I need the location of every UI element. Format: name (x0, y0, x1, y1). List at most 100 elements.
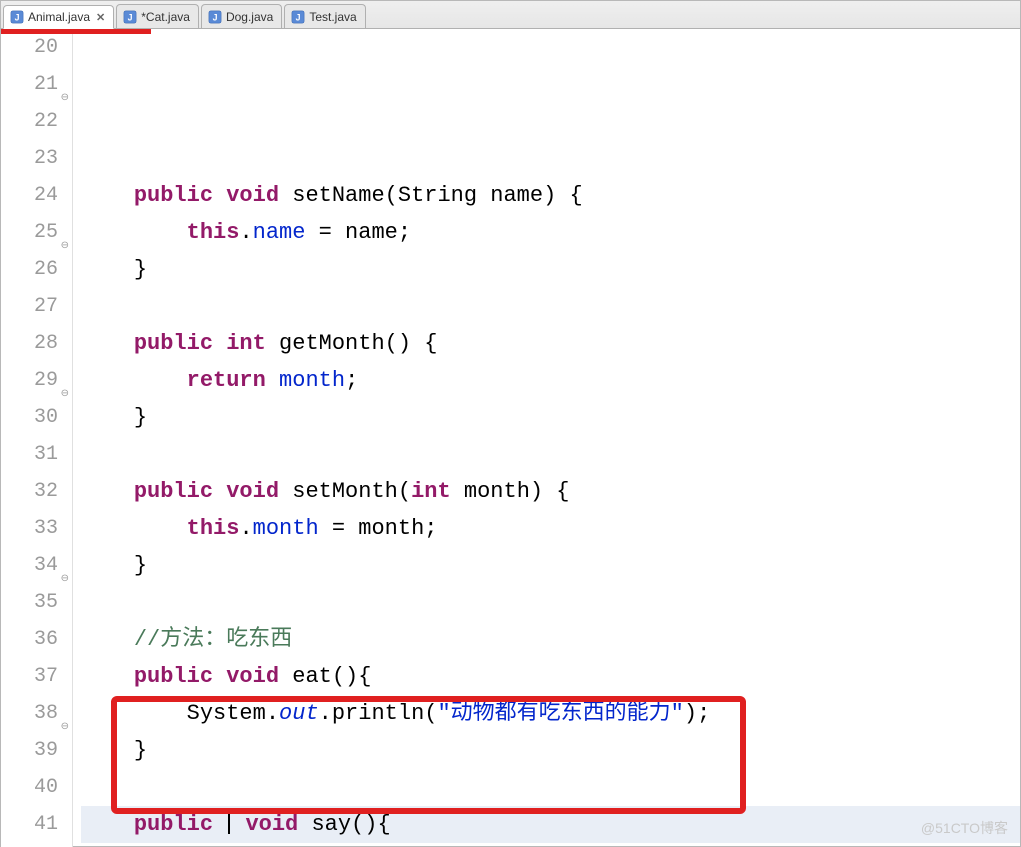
code-line[interactable]: //方法：吃东西 (81, 621, 1020, 658)
code-line[interactable]: this.name = name; (81, 214, 1020, 251)
tab-label: Animal.java (28, 10, 90, 24)
code-token (232, 812, 245, 837)
code-token: month (253, 516, 319, 541)
code-token: System. (187, 701, 279, 726)
code-line[interactable]: public void setName(String name) { (81, 177, 1020, 214)
code-token: public (134, 664, 213, 689)
code-line[interactable]: this.month = month; (81, 510, 1020, 547)
line-number: 29⊖ (1, 362, 58, 399)
code-token: } (134, 553, 147, 578)
watermark-text: @51CTO博客 (921, 818, 1008, 838)
code-token: . (239, 220, 252, 245)
code-token: out (279, 701, 319, 726)
code-line[interactable]: System.out.println("动物间打招呼"); (81, 843, 1020, 847)
code-token: month) { (451, 479, 570, 504)
tab-label: Dog.java (226, 10, 273, 24)
editor-tab[interactable]: J Animal.java ✕ (3, 5, 114, 29)
code-line[interactable] (81, 140, 1020, 177)
code-line[interactable]: public void eat(){ (81, 658, 1020, 695)
line-number: 25⊖ (1, 214, 58, 251)
code-token (266, 368, 279, 393)
code-token (213, 331, 226, 356)
line-number: 30 (1, 399, 58, 436)
tab-label: *Cat.java (141, 10, 190, 24)
line-number: 31 (1, 436, 58, 473)
line-number: 41 (1, 806, 58, 843)
tab-strip: J Animal.java ✕ J *Cat.java J Dog.java J Test.ja… (1, 1, 1020, 29)
editor-tab[interactable]: J Test.java (284, 4, 365, 28)
fold-toggle-icon[interactable]: ⊖ (59, 376, 69, 386)
code-token: } (134, 738, 147, 763)
editor-body: 2021⊖22232425⊖26272829⊖3031323334⊖353637… (1, 29, 1020, 847)
line-number: 40 (1, 769, 58, 806)
line-number: 39 (1, 732, 58, 769)
tab-label: Test.java (309, 10, 356, 24)
code-token: void (226, 183, 279, 208)
code-line[interactable]: public void setMonth(int month) { (81, 473, 1020, 510)
code-line[interactable]: } (81, 547, 1020, 584)
line-number: 37 (1, 658, 58, 695)
editor-tab[interactable]: J Dog.java (201, 4, 282, 28)
code-token: int (226, 331, 266, 356)
code-line[interactable]: } (81, 732, 1020, 769)
code-line[interactable]: System.out.println("动物都有吃东西的能力"); (81, 695, 1020, 732)
code-token: void (226, 479, 279, 504)
java-file-icon: J (10, 10, 24, 24)
annotation-tab-underline (1, 29, 151, 34)
code-token: public (134, 183, 213, 208)
code-line[interactable] (81, 288, 1020, 325)
code-token: month (279, 368, 345, 393)
line-number: 34⊖ (1, 547, 58, 584)
code-token: public (134, 479, 213, 504)
code-token: name (253, 220, 306, 245)
code-token: eat(){ (279, 664, 371, 689)
code-token (213, 183, 226, 208)
code-area[interactable]: public void setName(String name) { this.… (73, 29, 1020, 847)
code-token: public (134, 331, 213, 356)
code-token: . (239, 516, 252, 541)
java-file-icon: J (123, 10, 137, 24)
line-number: 36 (1, 621, 58, 658)
code-line[interactable]: } (81, 399, 1020, 436)
code-token: int (411, 479, 451, 504)
java-file-icon: J (291, 10, 305, 24)
line-number: 27 (1, 288, 58, 325)
line-number: 32 (1, 473, 58, 510)
line-number: 28 (1, 325, 58, 362)
svg-text:J: J (128, 12, 133, 22)
editor-tab[interactable]: J *Cat.java (116, 4, 199, 28)
svg-text:J: J (213, 12, 218, 22)
code-token: = name; (305, 220, 411, 245)
code-line[interactable]: public int getMonth() { (81, 325, 1020, 362)
code-line[interactable]: } (81, 251, 1020, 288)
code-line[interactable]: public void say(){ (81, 806, 1020, 843)
code-line[interactable] (81, 769, 1020, 806)
fold-toggle-icon[interactable]: ⊖ (59, 80, 69, 90)
fold-toggle-icon[interactable]: ⊖ (59, 561, 69, 571)
code-line[interactable] (81, 584, 1020, 621)
fold-toggle-icon[interactable]: ⊖ (59, 709, 69, 719)
java-file-icon: J (208, 10, 222, 24)
code-token: = month; (319, 516, 438, 541)
code-token: this (187, 516, 240, 541)
fold-toggle-icon[interactable]: ⊖ (59, 228, 69, 238)
close-icon[interactable]: ✕ (96, 11, 105, 24)
code-token: ); (684, 701, 710, 726)
line-number: 24 (1, 177, 58, 214)
code-token: getMonth() { (266, 331, 438, 356)
line-number: 33 (1, 510, 58, 547)
text-cursor (228, 810, 230, 834)
code-token: } (134, 257, 147, 282)
code-token: public (134, 812, 213, 837)
code-token: this (187, 220, 240, 245)
code-token: } (134, 405, 147, 430)
code-line[interactable] (81, 436, 1020, 473)
line-number: 26 (1, 251, 58, 288)
line-number-gutter: 2021⊖22232425⊖26272829⊖3031323334⊖353637… (1, 29, 73, 847)
code-token: //方法：吃东西 (134, 627, 292, 652)
code-token: void (226, 664, 279, 689)
line-number: 38⊖ (1, 695, 58, 732)
code-line[interactable]: return month; (81, 362, 1020, 399)
line-number: 22 (1, 103, 58, 140)
line-number: 20 (1, 29, 58, 66)
